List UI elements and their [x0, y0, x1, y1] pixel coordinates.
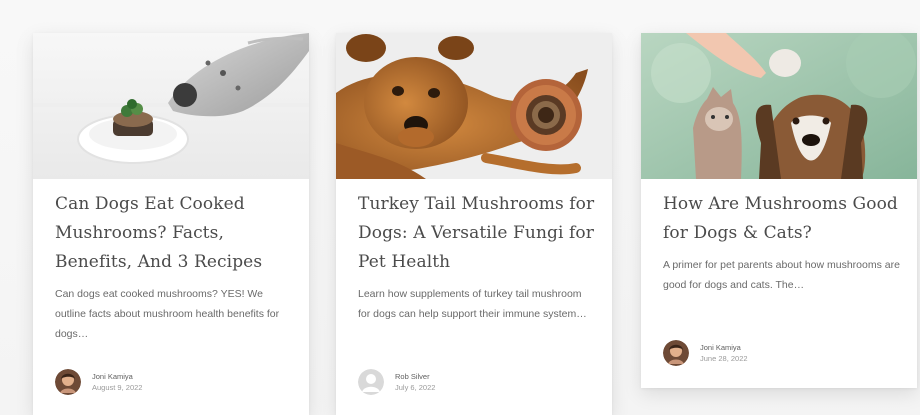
- post-image-dog-sniffing-plate[interactable]: [33, 33, 309, 179]
- cat-and-basset-hound-with-mushroom-icon: [641, 33, 917, 179]
- post-title[interactable]: How Are Mushrooms Good for Dogs & Cats?: [663, 190, 903, 248]
- post-date: June 28, 2022: [700, 354, 748, 363]
- author-name[interactable]: Joni Kamiya: [700, 342, 748, 353]
- post-excerpt: Can dogs eat cooked mushrooms? YES! We o…: [55, 288, 280, 340]
- post-title[interactable]: Can Dogs Eat Cooked Mushrooms? Facts, Be…: [55, 190, 295, 277]
- post-author: Joni Kamiya August 9, 2022: [55, 367, 142, 397]
- author-photo-icon: [55, 369, 81, 395]
- post-excerpt: Learn how supplements of turkey tail mus…: [358, 288, 587, 320]
- post-date: July 6, 2022: [395, 383, 436, 392]
- post-meta: Joni Kamiya June 28, 2022: [700, 342, 748, 364]
- dog-with-mushroom-bowl-icon: [336, 33, 612, 179]
- post-card-mushrooms-good[interactable]: How Are Mushrooms Good for Dogs & Cats? …: [641, 33, 917, 388]
- post-meta: Rob Silver July 6, 2022: [395, 371, 435, 393]
- post-excerpt: A primer for pet parents about how mushr…: [663, 259, 900, 291]
- blog-post-grid: Can Dogs Eat Cooked Mushrooms? Facts, Be…: [0, 0, 920, 415]
- author-name[interactable]: Rob Silver: [395, 371, 435, 382]
- default-user-avatar-icon: [358, 369, 384, 395]
- post-author: Joni Kamiya June 28, 2022: [663, 338, 748, 368]
- post-date: August 9, 2022: [92, 383, 143, 392]
- post-image-dog-with-bowl[interactable]: [336, 33, 612, 179]
- post-card-cooked-mushrooms[interactable]: Can Dogs Eat Cooked Mushrooms? Facts, Be…: [33, 33, 309, 415]
- author-name[interactable]: Joni Kamiya: [92, 371, 142, 382]
- post-image-cat-and-dog[interactable]: [641, 33, 917, 179]
- dog-sniffing-mushroom-plate-icon: [33, 33, 309, 179]
- post-meta: Joni Kamiya August 9, 2022: [92, 371, 142, 393]
- post-title[interactable]: Turkey Tail Mushrooms for Dogs: A Versat…: [358, 190, 598, 277]
- author-photo-icon: [663, 340, 689, 366]
- post-card-turkey-tail[interactable]: Turkey Tail Mushrooms for Dogs: A Versat…: [336, 33, 612, 415]
- post-author: Rob Silver July 6, 2022: [358, 367, 435, 397]
